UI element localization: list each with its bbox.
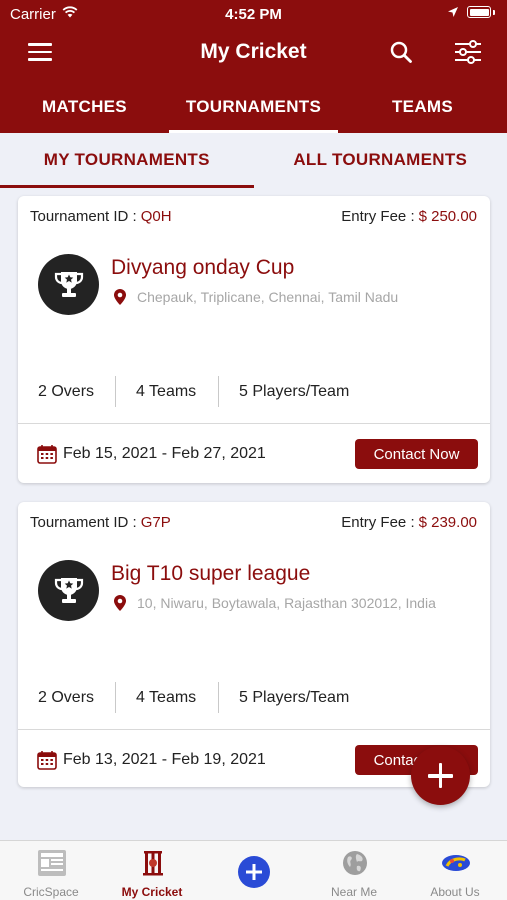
tournament-name[interactable]: Big T10 super league [111, 562, 310, 586]
tournament-id-label: Tournament ID : [30, 514, 137, 531]
battery-icon [467, 6, 491, 18]
teams-count: 4 Teams [136, 383, 197, 400]
my-cricket-icon [143, 851, 163, 876]
tournament-id-label: Tournament ID : [30, 208, 137, 225]
entry-fee-label: Entry Fee : [341, 514, 415, 531]
status-time: 4:52 PM [225, 6, 282, 23]
main-tab-bar: MATCHES TOURNAMENTS TEAMS [0, 84, 507, 133]
nav-label: Near Me [330, 885, 377, 899]
nav-item-add[interactable] [203, 841, 303, 900]
location-arrow-icon [448, 7, 458, 17]
tournament-card[interactable]: Tournament ID : G7P Entry Fee : $ 239.00 B… [18, 502, 490, 787]
entry-fee-value: $ 239.00 [418, 514, 477, 531]
stat-divider [115, 376, 116, 407]
tab-teams[interactable]: TEAMS [338, 84, 507, 133]
tournament-dates: Feb 15, 2021 - Feb 27, 2021 [63, 445, 266, 462]
tab-all-tournaments[interactable]: ALL TOURNAMENTS [254, 133, 507, 188]
location-pin-icon [114, 595, 126, 611]
tournament-name[interactable]: Divyang onday Cup [111, 256, 294, 280]
app-header: Carrier 4:52 PM My Cricket MATCHES TOURN… [0, 0, 507, 133]
tournament-id: Tournament ID : Q0H [30, 208, 172, 225]
battery-nub [493, 9, 495, 15]
tournament-dates: Feb 13, 2021 - Feb 19, 2021 [63, 751, 266, 768]
stat-divider [115, 682, 116, 713]
nav-label: My Cricket [121, 885, 183, 899]
card-header: Tournament ID : Q0H Entry Fee : $ 250.00 [18, 196, 490, 236]
page-title: My Cricket [200, 40, 307, 63]
divider [18, 729, 490, 730]
filter-sliders-icon[interactable] [454, 40, 482, 64]
tournament-stats: 2 Overs 4 Teams 5 Players/Team [18, 682, 490, 714]
location-pin-icon [114, 289, 126, 305]
entry-fee-label: Entry Fee : [341, 208, 415, 225]
nav-label: About Us [430, 885, 480, 899]
tab-matches[interactable]: MATCHES [0, 84, 169, 133]
nav-item-near-me[interactable]: Near Me [304, 841, 404, 900]
players-per-team: 5 Players/Team [239, 689, 350, 706]
add-tournament-fab[interactable] [411, 746, 470, 805]
tournament-location: Chepauk, Triplicane, Chennai, Tamil Nadu [137, 289, 399, 305]
entry-fee: Entry Fee : $ 239.00 [341, 514, 477, 531]
trophy-icon [38, 254, 99, 315]
tournament-card[interactable]: Tournament ID : Q0H Entry Fee : $ 250.00 D… [18, 196, 490, 483]
tournament-id-value: G7P [140, 514, 171, 531]
calendar-icon [37, 445, 57, 464]
sub-tab-bar: MY TOURNAMENTS ALL TOURNAMENTS [0, 133, 507, 188]
stat-divider [218, 682, 219, 713]
calendar-icon [37, 751, 57, 770]
cricspace-icon [38, 850, 66, 876]
about-us-icon [442, 855, 470, 871]
search-icon[interactable] [389, 40, 413, 64]
trophy-icon [38, 560, 99, 621]
tab-my-tournaments[interactable]: MY TOURNAMENTS [0, 133, 254, 188]
status-indicators [447, 6, 495, 18]
tab-tournaments[interactable]: TOURNAMENTS [169, 84, 338, 133]
nav-item-my-cricket[interactable]: My Cricket [102, 841, 202, 900]
players-per-team: 5 Players/Team [239, 383, 350, 400]
globe-icon [343, 851, 367, 875]
divider [18, 423, 490, 424]
status-bar: Carrier 4:52 PM [0, 0, 507, 28]
overs-count: 2 Overs [38, 383, 95, 400]
entry-fee-value: $ 250.00 [418, 208, 477, 225]
contact-now-button[interactable]: Contact Now [355, 439, 478, 469]
tournament-id-value: Q0H [140, 208, 172, 225]
tournament-location: 10, Niwaru, Boytawala, Rajasthan 302012,… [137, 595, 436, 611]
tournament-stats: 2 Overs 4 Teams 5 Players/Team [18, 376, 490, 408]
tournament-id: Tournament ID : G7P [30, 514, 171, 531]
nav-label: CricSpace [23, 885, 79, 899]
add-circle-icon [238, 856, 270, 888]
stat-divider [218, 376, 219, 407]
overs-count: 2 Overs [38, 689, 95, 706]
entry-fee: Entry Fee : $ 250.00 [341, 208, 477, 225]
bottom-nav: CricSpace My Cricket Near Me About Us [0, 840, 507, 900]
nav-item-cricspace[interactable]: CricSpace [1, 841, 101, 900]
card-header: Tournament ID : G7P Entry Fee : $ 239.00 [18, 502, 490, 542]
teams-count: 4 Teams [136, 689, 197, 706]
nav-item-about-us[interactable]: About Us [405, 841, 505, 900]
